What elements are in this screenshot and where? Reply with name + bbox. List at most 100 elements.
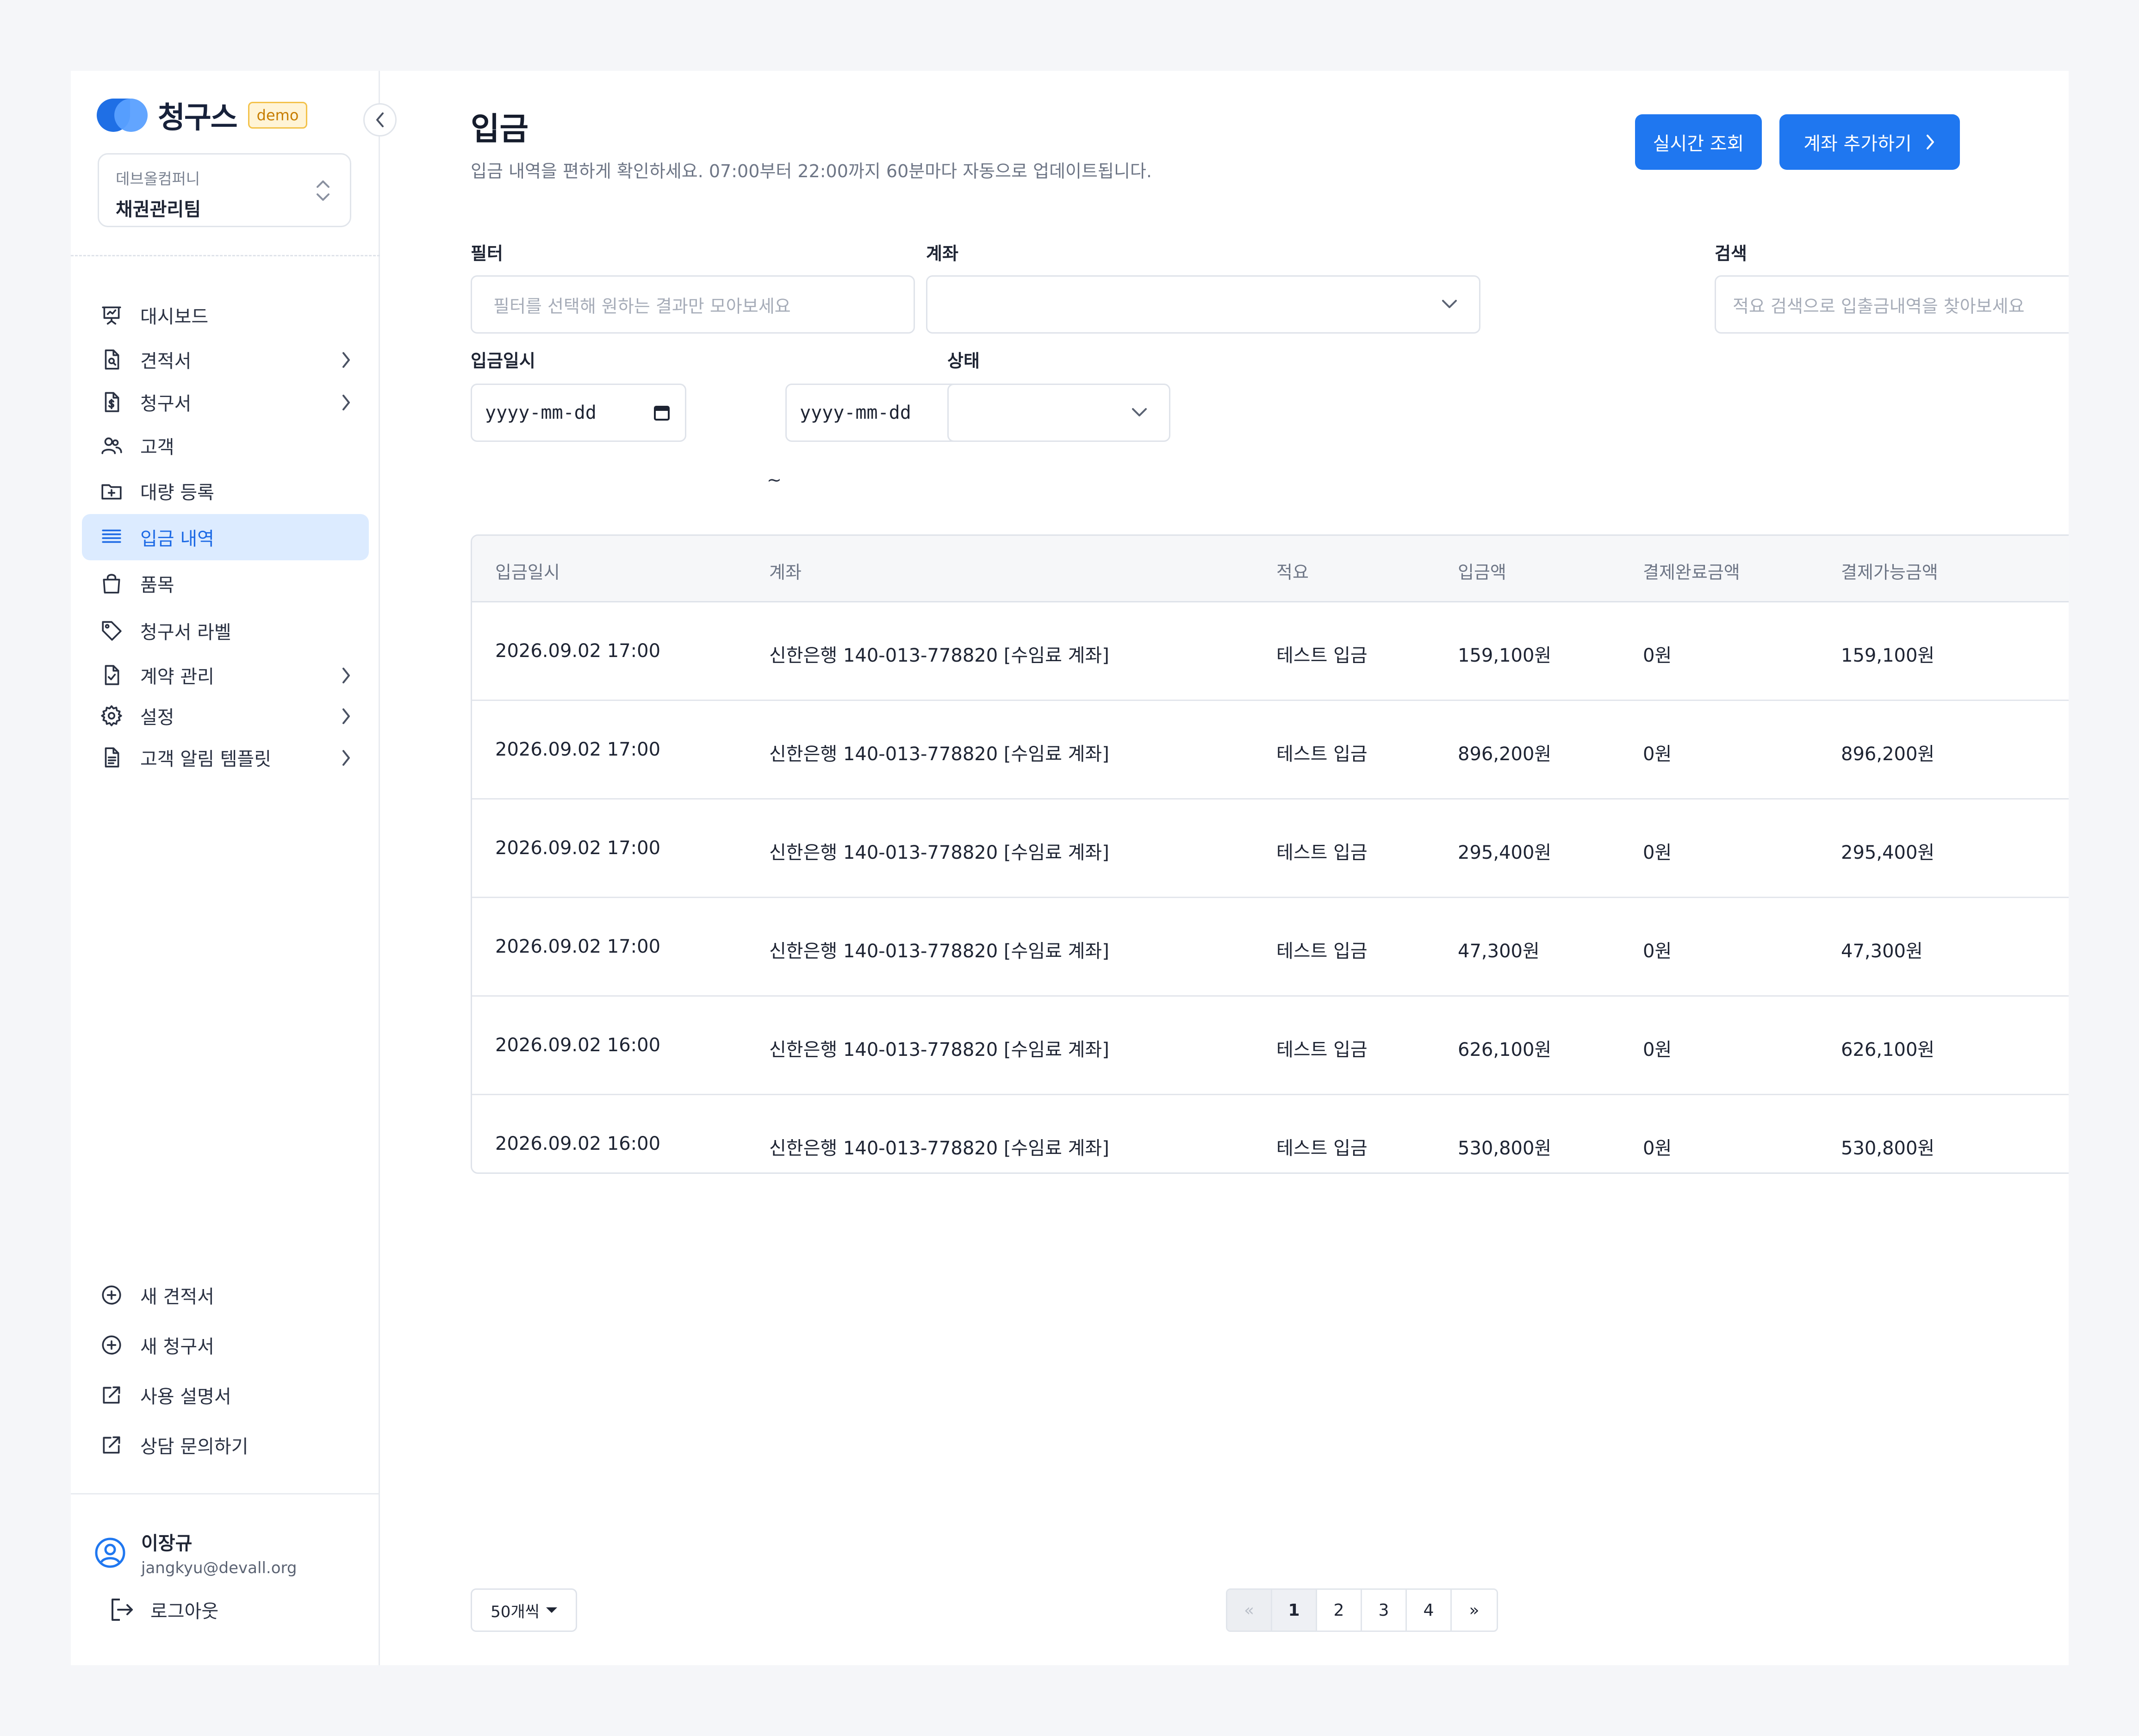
user-profile[interactable]: 이장규 jangkyu@devall.org	[94, 1528, 297, 1577]
table-row[interactable]: 2026.09.02 17:00 신한은행 140-013-778820 [수임료…	[472, 800, 2069, 898]
users-icon-wrap	[98, 432, 125, 459]
page-button-1[interactable]: 1	[1272, 1590, 1317, 1631]
table-cell: 신한은행 140-013-778820 [수임료 계좌]	[769, 941, 1109, 962]
sidebar-item-label: 청구서 라벨	[140, 622, 231, 643]
table-cell: 0원	[1643, 1138, 1672, 1159]
add-account-button[interactable]: 계좌 추가하기	[1779, 114, 1960, 170]
date-separator: ~	[767, 470, 782, 490]
document-search-icon	[105, 349, 119, 370]
status-select[interactable]	[947, 384, 1170, 442]
sidebar-item-folder-plus[interactable]: 대량 등록	[82, 468, 369, 514]
column-header[interactable]: 결제가능금액	[1841, 558, 1938, 583]
table-cell: 신한은행 140-013-778820 [수임료 계좌]	[769, 1039, 1109, 1060]
table-cell: 530,800원	[1841, 1138, 1935, 1159]
sidebar-item-gear[interactable]: 설정	[82, 693, 369, 739]
org-team: 채권관리팀	[116, 199, 201, 220]
table-row[interactable]: 2026.09.02 17:00 신한은행 140-013-778820 [수임료…	[472, 701, 2069, 800]
users-icon	[101, 437, 122, 454]
org-selector[interactable]: 데브올컴퍼니 채권관리팀	[98, 153, 351, 227]
quick-link-0[interactable]: 새 견적서	[82, 1270, 369, 1320]
realtime-query-label: 실시간 조회	[1653, 133, 1744, 155]
org-company: 데브올컴퍼니	[116, 170, 200, 188]
sidebar-item-document-dollar[interactable]: 청구서	[82, 379, 369, 425]
deposit-date-label: 입금일시	[471, 351, 535, 371]
demo-badge: demo	[248, 102, 308, 129]
quick-link-1[interactable]: 새 청구서	[82, 1320, 369, 1370]
list-icon-wrap	[98, 523, 125, 551]
deposit-table[interactable]: 입금일시계좌적요입금액결제완료금액결제가능금액메 2026.09.02 17:0…	[471, 534, 2069, 1174]
list-icon	[102, 529, 121, 543]
user-circle-icon	[95, 1538, 125, 1568]
external-link-icon-wrap	[98, 1381, 125, 1409]
table-cell: 테스트 입금	[1276, 842, 1368, 863]
table-cell: 896,200원	[1841, 744, 1935, 765]
filter-placeholder: 필터를 선택해 원하는 결과만 모아보세요	[493, 296, 791, 316]
table-row[interactable]: 2026.09.02 16:00 신한은행 140-013-778820 [수임료…	[472, 1095, 2069, 1172]
search-input[interactable]: 적요 검색으로 입출금내역을 찾아보세요	[1715, 275, 2069, 334]
page-button-2[interactable]: 2	[1317, 1590, 1362, 1631]
sidebar-item-document-check[interactable]: 계약 관리	[82, 652, 369, 698]
logout-icon	[112, 1599, 133, 1621]
table-cell: 테스트 입금	[1276, 1138, 1368, 1159]
status-label: 상태	[947, 351, 980, 371]
realtime-query-button[interactable]: 실시간 조회	[1635, 114, 1762, 170]
sidebar-item-tag[interactable]: 청구서 라벨	[82, 608, 369, 654]
quick-link-label: 사용 설명서	[140, 1386, 231, 1407]
shopping-bag-icon	[103, 574, 120, 594]
column-header[interactable]: 입금일시	[495, 558, 560, 583]
table-cell: 신한은행 140-013-778820 [수임료 계좌]	[769, 744, 1109, 765]
sidebar-item-label: 대시보드	[140, 306, 209, 328]
table-cell: 626,100원	[1458, 1039, 1552, 1060]
chevron-right-icon	[342, 668, 350, 683]
table-cell: 0원	[1643, 744, 1672, 765]
shopping-bag-icon-wrap	[98, 570, 125, 597]
column-header[interactable]: 입금액	[1458, 558, 1506, 583]
page-button-4[interactable]: 4	[1407, 1590, 1452, 1631]
tag-icon-wrap	[98, 617, 125, 645]
user-email: jangkyu@devall.org	[141, 1559, 297, 1577]
brand-logo-icon	[97, 98, 148, 133]
sidebar-item-document-search[interactable]: 견적서	[82, 336, 369, 383]
main-content: 입금 입금 내역을 편하게 확인하세요. 07:00부터 22:00까지 60분…	[380, 71, 2069, 1665]
sidebar-item-shopping-bag[interactable]: 품목	[82, 560, 369, 607]
sidebar-quick-links: 새 견적서 새 청구서 사용 설명서 상담 문의하기	[82, 1270, 369, 1470]
sidebar-item-presentation-chart[interactable]: 대시보드	[82, 292, 369, 338]
sidebar-item-label: 품목	[140, 575, 174, 596]
date-from-input[interactable]: yyyy-mm-dd	[471, 384, 686, 442]
account-select[interactable]	[926, 275, 1480, 334]
presentation-chart-icon	[102, 306, 121, 325]
sidebar-collapse-button[interactable]	[363, 103, 397, 136]
brand-name: 청구스	[158, 101, 238, 135]
quick-link-2[interactable]: 사용 설명서	[82, 1370, 369, 1420]
document-dollar-icon	[105, 392, 119, 412]
sidebar-item-document-text[interactable]: 고객 알림 템플릿	[82, 734, 369, 781]
brand[interactable]: 청구스 demo	[97, 97, 308, 135]
pagination: «1 2 3 4»	[1226, 1588, 1498, 1632]
logout-button[interactable]: 로그아웃	[108, 1596, 218, 1624]
column-header[interactable]: 계좌	[769, 558, 802, 583]
sidebar-item-list[interactable]: 입금 내역	[82, 514, 369, 560]
table-row[interactable]: 2026.09.02 17:00 신한은행 140-013-778820 [수임료…	[472, 602, 2069, 701]
table-cell: 530,800원	[1458, 1138, 1552, 1159]
table-row[interactable]: 2026.09.02 17:00 신한은행 140-013-778820 [수임료…	[472, 898, 2069, 997]
folder-plus-icon-wrap	[98, 477, 125, 505]
quick-link-3[interactable]: 상담 문의하기	[82, 1420, 369, 1470]
column-header[interactable]: 결제완료금액	[1643, 558, 1740, 583]
page-button-3[interactable]: 3	[1362, 1590, 1407, 1631]
next-page-button[interactable]: »	[1452, 1590, 1497, 1631]
sidebar-item-label: 설정	[140, 707, 174, 728]
search-label: 검색	[1715, 243, 1747, 264]
table-cell: 47,300원	[1841, 941, 1923, 962]
external-link-icon-wrap	[98, 1431, 125, 1459]
table-row[interactable]: 2026.09.02 16:00 신한은행 140-013-778820 [수임료…	[472, 997, 2069, 1095]
chevron-right-icon	[1926, 135, 1934, 149]
sidebar-item-label: 고객 알림 템플릿	[140, 749, 272, 770]
table-cell: 신한은행 140-013-778820 [수임료 계좌]	[769, 842, 1109, 863]
filter-input[interactable]: 필터를 선택해 원하는 결과만 모아보세요	[471, 275, 915, 334]
plus-circle-icon-wrap	[98, 1281, 125, 1309]
column-header[interactable]: 적요	[1276, 558, 1309, 583]
page-title: 입금	[471, 111, 529, 148]
table-cell: 626,100원	[1841, 1039, 1935, 1060]
per-page-select[interactable]: 50개씩	[471, 1588, 577, 1632]
sidebar-item-users[interactable]: 고객	[82, 422, 369, 469]
